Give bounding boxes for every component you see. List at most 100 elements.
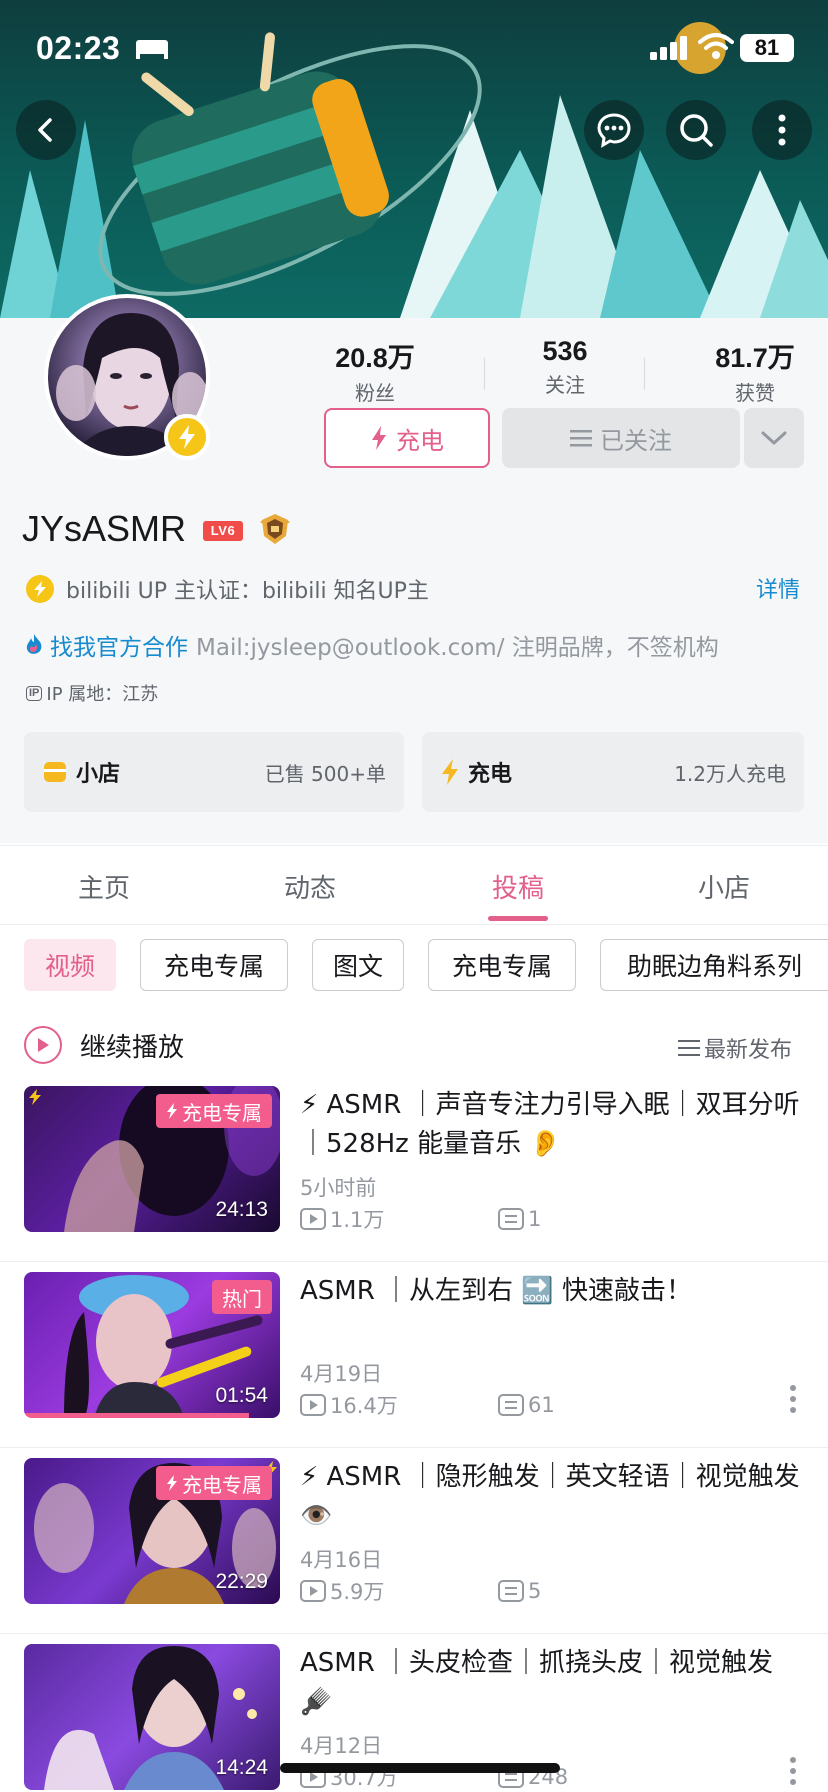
- sort-button[interactable]: 最新发布: [678, 1032, 792, 1064]
- play-icon: [38, 1038, 49, 1052]
- charge-exclusive-tag: 充电专属: [156, 1466, 272, 1500]
- comment-icon: [498, 1208, 524, 1230]
- continue-playing-label: 继续播放: [80, 1032, 185, 1063]
- search-icon: [680, 114, 713, 147]
- video-date: 5小时前: [300, 1176, 377, 1200]
- back-button[interactable]: [16, 100, 76, 160]
- likes-stat[interactable]: 81.7万 获赞: [690, 336, 820, 406]
- chevron-down-icon: [761, 431, 787, 445]
- chip-videos[interactable]: 视频: [24, 939, 116, 991]
- more-vertical-icon[interactable]: [788, 1384, 798, 1414]
- video-thumbnail[interactable]: 充电专属 24:13: [24, 1086, 280, 1232]
- sleep-focus-icon: [136, 40, 168, 59]
- tab-dynamics[interactable]: 动态: [250, 868, 370, 905]
- play-count-icon: [300, 1208, 326, 1230]
- battery-indicator: 81: [740, 34, 794, 62]
- video-title[interactable]: ⚡ ASMR ｜声音专注力引导入眠｜双耳分听｜528Hz 能量音乐 👂: [300, 1086, 800, 1164]
- comment-count: 1: [498, 1207, 541, 1231]
- chevron-left-icon: [38, 118, 52, 142]
- video-item[interactable]: 充电专属 24:13 ⚡ ASMR ｜声音专注力引导入眠｜双耳分听｜528Hz …: [0, 1076, 828, 1262]
- view-count: 5.9万: [300, 1576, 498, 1606]
- video-title[interactable]: ASMR ｜头皮检查｜抓挠头皮｜视觉触发 🪮: [300, 1644, 800, 1722]
- verified-badge: [164, 414, 210, 460]
- video-item[interactable]: 充电专属 22:29 ⚡ ASMR ｜隐形触发｜英文轻语｜视觉触发 👁️ 4月1…: [0, 1448, 828, 1634]
- thumb-tag-label: 充电专属: [182, 1100, 262, 1125]
- lightning-icon: [179, 425, 195, 449]
- charge-button-label: 充电: [396, 426, 444, 455]
- shop-card[interactable]: 小店 已售 500+单: [24, 732, 404, 812]
- more-options-button[interactable]: [752, 100, 812, 160]
- video-duration: 22:29: [215, 1570, 268, 1593]
- followed-button-label: 已关注: [600, 426, 672, 455]
- charge-card[interactable]: 充电 1.2万人充电: [422, 732, 804, 812]
- comment-count-text: 1: [528, 1207, 542, 1231]
- charge-card-sub: 1.2万人充电: [674, 761, 786, 786]
- following-label: 关注: [545, 373, 585, 397]
- shop-icon: [44, 762, 66, 782]
- hot-tag: 热门: [212, 1280, 272, 1314]
- continue-playing[interactable]: 继续播放: [24, 1026, 184, 1064]
- followed-button[interactable]: 已关注: [502, 408, 740, 468]
- username: JYsASMR: [22, 508, 187, 549]
- verification-row: bilibili UP 主认证：bilibili 知名UP主: [26, 572, 429, 606]
- sort-lines-icon: [678, 1040, 700, 1056]
- profile-tabs: 主页 动态 投稿 小店: [0, 845, 828, 925]
- medal-icon[interactable]: [258, 512, 292, 546]
- view-count: 16.4万: [300, 1390, 498, 1420]
- details-link[interactable]: 详情: [756, 572, 800, 604]
- profile-header: 20.8万 粉丝 536 关注 81.7万 获赞 充电 已关注 JYsASMR …: [0, 294, 828, 843]
- tab-shop[interactable]: 小店: [664, 868, 784, 905]
- view-count-text: 5.9万: [330, 1580, 385, 1604]
- tab-home[interactable]: 主页: [44, 868, 164, 905]
- video-duration: 24:13: [215, 1198, 268, 1221]
- home-indicator[interactable]: [280, 1763, 560, 1773]
- chat-bubble-icon: [597, 113, 631, 148]
- sort-label: 最新发布: [704, 1038, 793, 1063]
- watch-progress-bar: [24, 1413, 250, 1418]
- verified-icon: [26, 575, 54, 603]
- chip-charge-exclusive-2[interactable]: 充电专属: [428, 939, 576, 991]
- filter-chips: 视频 充电专属 图文 充电专属 助眠边角料系列: [0, 937, 828, 993]
- bio: 找我官方合作 Mail:jysleep@outlook.com/ 注明品牌，不签…: [24, 628, 814, 662]
- comment-icon: [498, 1394, 524, 1416]
- more-vertical-icon[interactable]: [788, 1756, 798, 1786]
- business-contact-link[interactable]: 找我官方合作: [50, 628, 188, 662]
- search-button[interactable]: [666, 100, 726, 160]
- video-title[interactable]: ASMR ｜从左到右 🔜 快速敲击！: [300, 1272, 800, 1311]
- video-thumbnail[interactable]: 热门 01:54: [24, 1272, 280, 1418]
- following-count: 536: [542, 336, 588, 366]
- wifi-icon: [698, 33, 734, 59]
- play-count-icon: [300, 1394, 326, 1416]
- follow-dropdown-button[interactable]: [744, 408, 804, 468]
- video-thumbnail[interactable]: 充电专属 22:29: [24, 1458, 280, 1604]
- chip-sleep-series[interactable]: 助眠边角料系列: [600, 939, 828, 991]
- video-item[interactable]: 热门 01:54 ASMR ｜从左到右 🔜 快速敲击！ 4月19日 16.4万 …: [0, 1262, 828, 1448]
- active-tab-indicator: [488, 916, 548, 921]
- view-count-text: 16.4万: [330, 1394, 398, 1418]
- message-button[interactable]: [584, 100, 644, 160]
- video-date: 4月12日: [300, 1734, 383, 1758]
- stat-divider: [644, 358, 645, 390]
- charge-button[interactable]: 充电: [324, 408, 490, 468]
- lightning-icon: [167, 1475, 177, 1491]
- shop-card-sub: 已售 500+单: [264, 761, 386, 786]
- status-time: 02:23: [36, 30, 121, 66]
- charge-exclusive-tag: 充电专属: [156, 1094, 272, 1128]
- lightning-icon: [167, 1103, 177, 1119]
- level-badge: LV6: [203, 521, 243, 541]
- chip-image-text[interactable]: 图文: [312, 939, 404, 991]
- comment-count: 5: [498, 1579, 541, 1603]
- video-thumbnail[interactable]: 14:24: [24, 1644, 280, 1790]
- followers-stat[interactable]: 20.8万 粉丝: [312, 336, 438, 406]
- thumb-tag-label: 充电专属: [182, 1472, 262, 1497]
- chip-charge-exclusive[interactable]: 充电专属: [140, 939, 288, 991]
- tab-submissions[interactable]: 投稿: [458, 868, 578, 905]
- following-stat[interactable]: 536 关注: [500, 336, 630, 398]
- video-date: 4月16日: [300, 1548, 383, 1572]
- lightning-icon: [372, 426, 386, 450]
- video-title[interactable]: ⚡ ASMR ｜隐形触发｜英文轻语｜视觉触发 👁️: [300, 1458, 800, 1536]
- lightning-icon: [29, 1089, 41, 1105]
- video-meta: 1.1万 1: [300, 1204, 541, 1234]
- video-duration: 14:24: [215, 1756, 268, 1779]
- lightning-icon: [442, 759, 458, 785]
